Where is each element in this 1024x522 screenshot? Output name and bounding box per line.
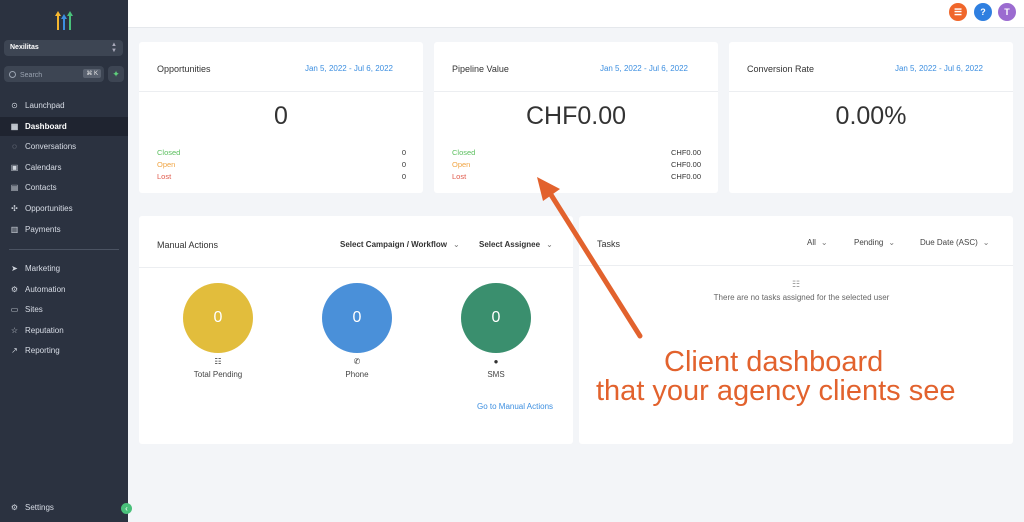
arrow-shaft — [545, 187, 643, 339]
annotation-line-1: Client dashboard — [664, 346, 884, 378]
annotation-line-2: that your agency clients see — [596, 375, 956, 407]
arrow-head — [537, 177, 560, 201]
annotation-arrow — [537, 177, 643, 339]
